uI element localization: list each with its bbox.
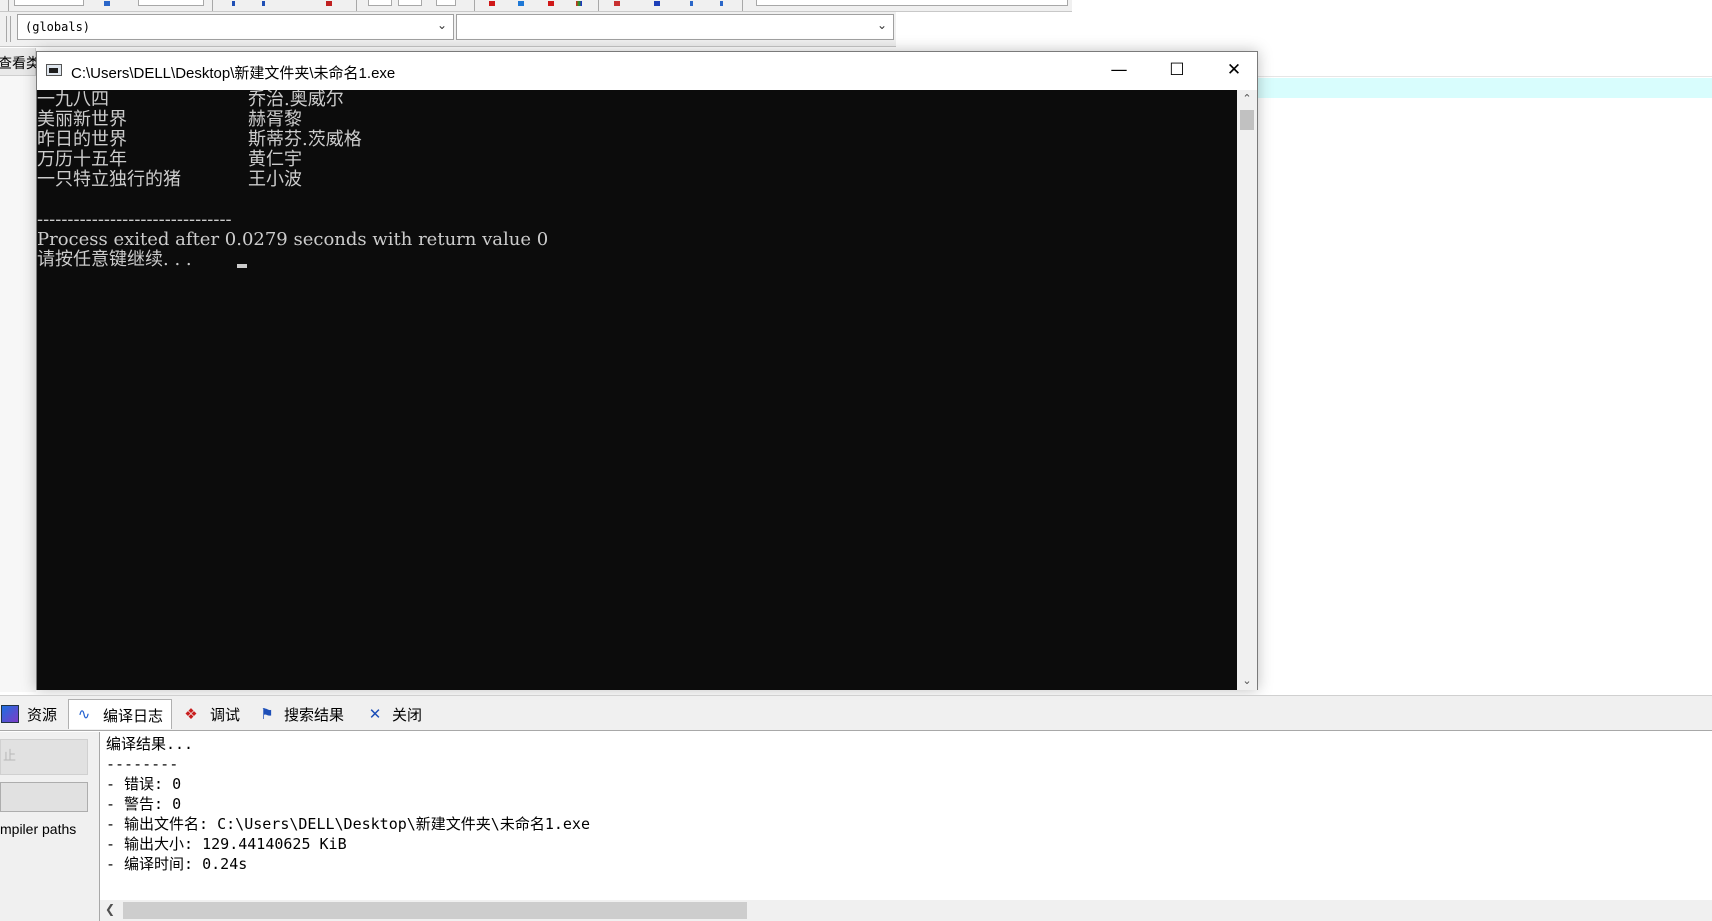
toolbar-icon[interactable] [262, 1, 265, 6]
toolbar-icon[interactable] [576, 1, 582, 6]
toolbar-icon[interactable] [690, 1, 693, 6]
console-book-title: 一九八四 [37, 90, 109, 110]
toolbar-button[interactable] [368, 0, 392, 6]
toolbar-button[interactable] [138, 0, 204, 6]
toolbar-icon[interactable] [548, 1, 554, 6]
toolbar-icon[interactable] [104, 1, 110, 6]
tab-search-results-label: 搜索结果 [284, 706, 345, 724]
log-line: - 编译时间: 0.24s [106, 855, 248, 873]
bottom-panel-tabs: 资源 ∿ 编译日志 ❖ 调试 ⚑ 搜索结果 ✕ 关闭 [0, 695, 1712, 731]
console-output[interactable]: 一九八四 乔治.奥威尔 美丽新世界 赫胥黎 昨日的世界 斯蒂芬.茨威格 万历十五… [37, 90, 1237, 690]
console-book-title: 昨日的世界 [37, 129, 127, 150]
toolbar-button[interactable] [14, 0, 84, 6]
toolbar-separator [598, 0, 599, 11]
toolbar-separator [8, 0, 9, 11]
console-continue-prompt: 请按任意键继续. . . [37, 249, 192, 270]
minimize-button[interactable]: — [1090, 52, 1148, 89]
maximize-button[interactable]: ☐ [1148, 52, 1206, 89]
toolbar-separator [212, 0, 213, 11]
toolbar-separator [10, 16, 11, 42]
compiler-side-panel: 止 mpiler paths [0, 732, 99, 921]
close-x-icon: ✕ [368, 705, 382, 723]
console-window-title: C:\Users\DELL\Desktop\新建文件夹\未命名1.exe [71, 65, 396, 82]
console-book-title: 万历十五年 [37, 149, 127, 170]
console-cursor [237, 264, 247, 268]
tab-close[interactable]: ✕ 关闭 [362, 701, 430, 727]
class-browser-toolbar: (globals) ⌄ ⌄ [0, 12, 896, 47]
tab-close-label: 关闭 [392, 706, 423, 724]
scroll-down-icon[interactable]: ⌄ [1237, 672, 1257, 690]
tab-search-results[interactable]: ⚑ 搜索结果 [252, 701, 356, 727]
console-book-author: 斯蒂芬.茨威格 [248, 129, 362, 150]
toolbar-button[interactable] [436, 0, 456, 6]
console-vertical-scrollbar[interactable]: ⌃ ⌄ [1237, 90, 1257, 690]
scrollbar-thumb[interactable] [123, 902, 747, 919]
resources-icon [1, 705, 19, 723]
main-toolbar [0, 0, 1072, 12]
console-app-icon [46, 64, 62, 76]
tab-compile-log-label: 编译日志 [103, 707, 164, 725]
tab-resources[interactable]: 资源 [0, 701, 66, 727]
tab-compile-log[interactable]: ∿ 编译日志 [68, 699, 172, 729]
toolbar-icon[interactable] [326, 1, 332, 6]
log-line: -------- [106, 755, 179, 773]
toolbar-icon[interactable] [654, 1, 660, 6]
toolbar-combo[interactable] [756, 0, 1068, 6]
toolbar-icon[interactable] [614, 1, 620, 6]
side-panel-button[interactable] [0, 782, 88, 812]
close-button[interactable]: ✕ [1205, 52, 1263, 89]
member-combo[interactable]: ⌄ [456, 14, 894, 40]
toolbar-icon[interactable] [489, 1, 495, 6]
toolbar-separator [356, 0, 357, 11]
scope-combo-value: (globals) [25, 20, 91, 34]
console-book-author: 黄仁宇 [248, 149, 302, 170]
log-line: - 错误: 0 [106, 775, 182, 793]
log-line: - 警告: 0 [106, 795, 182, 813]
project-panel [0, 48, 36, 692]
chevron-down-icon[interactable]: ⌄ [437, 18, 447, 32]
tab-debug-label: 调试 [210, 706, 241, 724]
toolbar-icon[interactable] [232, 1, 235, 6]
chevron-down-icon[interactable]: ⌄ [877, 18, 887, 32]
scroll-up-icon[interactable]: ⌃ [1237, 90, 1257, 108]
search-results-icon: ⚑ [260, 705, 274, 723]
console-exit-message: Process exited after 0.0279 seconds with… [37, 229, 549, 250]
toolbar-icon[interactable] [720, 1, 723, 6]
log-line: - 输出文件名: C:\Users\DELL\Desktop\新建文件夹\未命名… [106, 815, 590, 833]
tab-class-view[interactable]: 查看类 [0, 48, 40, 76]
toolbar-separator [6, 16, 7, 42]
ide-screen: (globals) ⌄ ⌄ 查看类 C:\Users\DELL\Desktop\… [0, 0, 1712, 921]
log-horizontal-scrollbar[interactable]: ❮ [100, 900, 1712, 921]
compile-log-output[interactable]: 编译结果... -------- - 错误: 0 - 警告: 0 - 输出文件名… [99, 732, 1712, 921]
toolbar-separator [742, 0, 743, 11]
log-line: - 输出大小: 129.44140625 KiB [106, 835, 347, 853]
compiler-paths-label: mpiler paths [0, 821, 77, 837]
current-line-highlight [1255, 78, 1712, 98]
console-window[interactable]: C:\Users\DELL\Desktop\新建文件夹\未命名1.exe — ☐… [36, 51, 1258, 690]
toolbar-separator [474, 0, 475, 11]
log-line: 编译结果... [106, 735, 194, 753]
console-separator: -------------------------------- [37, 209, 232, 230]
console-book-author: 王小波 [248, 169, 302, 190]
toolbar-icon[interactable] [518, 1, 524, 6]
compile-log-icon: ∿ [77, 705, 91, 723]
console-book-author: 乔治.奥威尔 [248, 90, 344, 110]
tab-resources-label: 资源 [27, 706, 58, 724]
toolbar-button[interactable] [398, 0, 422, 6]
console-book-title: 一只特立独行的猪 [37, 169, 181, 190]
stop-button[interactable]: 止 [0, 739, 88, 775]
console-book-title: 美丽新世界 [37, 109, 127, 130]
console-titlebar[interactable]: C:\Users\DELL\Desktop\新建文件夹\未命名1.exe — ☐… [37, 52, 1257, 89]
scrollbar-thumb[interactable] [1240, 110, 1254, 130]
scroll-left-icon[interactable]: ❮ [105, 902, 115, 916]
scope-combo[interactable]: (globals) ⌄ [17, 14, 454, 40]
debug-icon: ❖ [184, 705, 198, 723]
tab-class-view-label: 查看类 [0, 56, 40, 72]
tab-debug[interactable]: ❖ 调试 [176, 701, 246, 727]
console-book-author: 赫胥黎 [248, 109, 302, 130]
